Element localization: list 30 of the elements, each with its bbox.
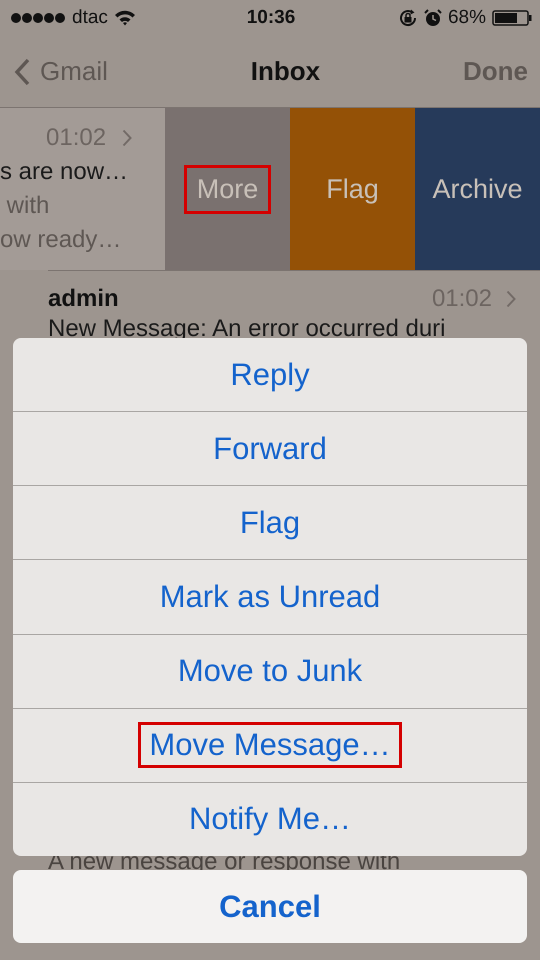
alarm-icon bbox=[424, 9, 442, 27]
message-preview-line: ow ready… bbox=[0, 226, 122, 254]
menu-item[interactable]: Notify Me… bbox=[178, 796, 362, 842]
back-button[interactable]: Gmail bbox=[14, 56, 108, 87]
message-preview-line: with bbox=[6, 192, 50, 220]
carrier-name: dtac bbox=[72, 7, 108, 29]
clock-time: 10:36 bbox=[246, 7, 296, 29]
menu-item[interactable]: Mark as Unread bbox=[148, 574, 392, 620]
menu-item[interactable]: Move Message… bbox=[138, 722, 402, 768]
cancel-button[interactable]: Cancel bbox=[13, 870, 527, 943]
message-preview-line: s are now… bbox=[0, 158, 128, 186]
menu-item[interactable]: Flag bbox=[228, 500, 312, 546]
battery-percent: 68% bbox=[448, 7, 486, 29]
signal-icon bbox=[10, 12, 66, 24]
screen-title: Inbox bbox=[250, 56, 320, 87]
done-button[interactable]: Done bbox=[463, 56, 528, 87]
wifi-icon bbox=[114, 10, 136, 26]
menu-item[interactable]: Move to Junk bbox=[166, 648, 374, 694]
chevron-left-icon bbox=[14, 58, 30, 86]
message-sender: admin bbox=[48, 285, 120, 313]
rotation-lock-icon bbox=[398, 8, 418, 28]
chevron-right-icon bbox=[506, 290, 516, 308]
menu-item[interactable]: Reply bbox=[219, 352, 321, 398]
swipe-action-button[interactable]: Flag bbox=[313, 164, 392, 214]
battery-icon bbox=[492, 10, 532, 26]
menu-item[interactable]: Forward bbox=[202, 426, 338, 472]
swipe-action-button[interactable]: More bbox=[184, 164, 272, 214]
back-label: Gmail bbox=[40, 56, 108, 87]
chevron-right-icon bbox=[122, 129, 132, 147]
message-preview: New Message: An error occurred duri bbox=[48, 315, 446, 343]
